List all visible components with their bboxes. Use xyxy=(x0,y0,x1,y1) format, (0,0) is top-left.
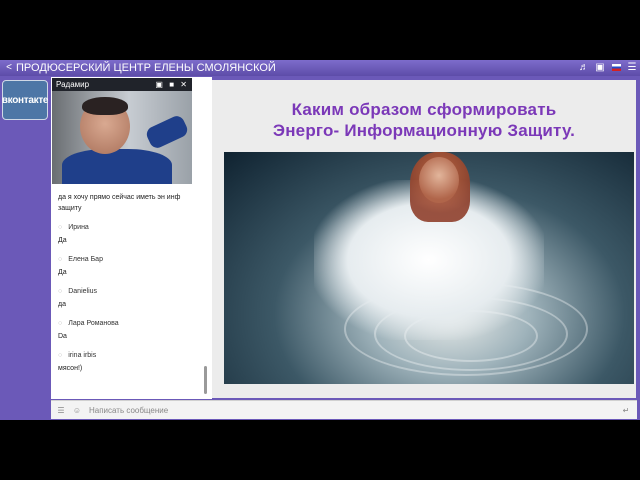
vk-button[interactable]: вконтакте xyxy=(1,80,49,120)
chat-scrollbar[interactable] xyxy=(204,366,207,394)
close-icon[interactable]: ✕ xyxy=(180,80,189,89)
person-shirt xyxy=(62,149,172,184)
smiley-icon[interactable]: ☺ xyxy=(71,406,83,415)
message-author: Елена Бар xyxy=(68,256,103,263)
message-author: Лара Романова xyxy=(68,320,119,327)
video-title-bar: Радамир ▣ ■ ✕ xyxy=(52,78,192,91)
video-controls: ▣ ■ ✕ xyxy=(155,78,189,91)
person-hair xyxy=(82,97,128,115)
message-text: Да xyxy=(58,269,67,276)
chat-message: ○ Лара Романова Da xyxy=(58,320,198,342)
user-icon: ○ xyxy=(58,256,63,263)
slide-heading-line1: Каким образом сформировать xyxy=(291,100,557,119)
user-icon: ○ xyxy=(58,224,63,231)
message-text: Да xyxy=(58,237,67,244)
window-title: ПРОДЮСЕРСКИЙ ЦЕНТР ЕЛЕНЫ СМОЛЯНСКОЙ xyxy=(16,62,276,74)
chat-message: ○ Елена Бар Да xyxy=(58,256,198,278)
russian-flag-icon[interactable] xyxy=(608,60,624,76)
message-author: Danielius xyxy=(68,288,98,295)
message-text: да xyxy=(58,301,66,308)
chat-messages: да я хочу прямо сейчас иметь эн инф защи… xyxy=(58,188,198,384)
speaker-name: Радамир xyxy=(56,80,90,89)
send-icon[interactable]: ↵ xyxy=(619,406,633,415)
message-author: irina irbis xyxy=(68,352,97,359)
slide-photo xyxy=(224,152,634,384)
menu-icon[interactable]: ☰ xyxy=(55,406,67,415)
left-sidebar: вконтакте xyxy=(0,76,50,420)
message-input[interactable]: Написать сообщение xyxy=(89,406,619,415)
share-icon[interactable]: < xyxy=(2,60,16,76)
message-input-bar[interactable]: ☰ ☺ Написать сообщение ↵ xyxy=(51,400,637,419)
slide-heading: Каким образом сформировать Энерго- Инфор… xyxy=(212,99,636,141)
message-text: да я хочу прямо сейчас иметь эн инф защи… xyxy=(58,194,181,212)
title-bar: < ПРОДЮСЕРСКИЙ ЦЕНТР ЕЛЕНЫ СМОЛЯНСКОЙ ♬ … xyxy=(0,60,640,76)
fullscreen-icon[interactable]: ▣ xyxy=(155,80,165,89)
hamburger-menu-icon[interactable]: ☰ xyxy=(624,60,640,76)
person-arm xyxy=(144,113,190,151)
chat-message: ○ Danielius да xyxy=(58,288,198,310)
message-author: Ирина xyxy=(68,224,89,231)
webcam-video[interactable]: Радамир ▣ ■ ✕ xyxy=(52,78,192,184)
message-text: мясон!) xyxy=(58,365,83,372)
user-icon: ○ xyxy=(58,288,63,295)
presentation-stage: Каким образом сформировать Энерго- Инфор… xyxy=(212,80,636,398)
woman-head xyxy=(419,157,459,203)
vk-label: вконтакте xyxy=(1,94,49,106)
chat-message: да я хочу прямо сейчас иметь эн инф защи… xyxy=(58,192,198,214)
user-icon: ○ xyxy=(58,320,63,327)
user-icon: ○ xyxy=(58,352,63,359)
chat-message: ○ irina irbis мясон!) xyxy=(58,352,198,374)
video-frame xyxy=(52,91,192,184)
camera-icon[interactable]: ■ xyxy=(169,80,176,89)
speaker-icon[interactable]: ♬ xyxy=(576,60,592,76)
fullscreen-icon[interactable]: ▣ xyxy=(592,60,608,76)
message-text: Da xyxy=(58,333,67,340)
slide-heading-line2: Энерго- Информационную Защиту. xyxy=(272,121,576,140)
chat-message: ○ Ирина Да xyxy=(58,224,198,246)
